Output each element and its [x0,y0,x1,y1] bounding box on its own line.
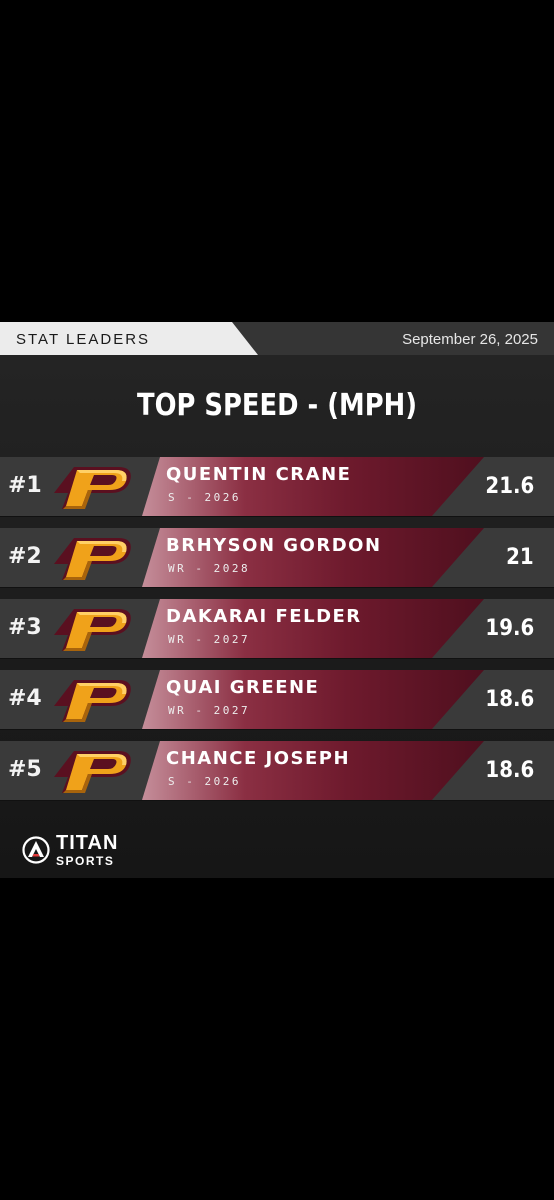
speed-value: 19.6 [485,616,534,641]
header-label-tab: STAT LEADERS [0,322,258,355]
leader-rank: #1 [8,473,42,498]
leader-row: #3 DAKARAI FELDER WR - 2027 19.6 [0,599,554,658]
team-p-logo-icon [54,609,131,651]
titan-sports-brand: TITAN SPORTS [22,832,152,872]
player-name: DAKARAI FELDER [166,606,362,627]
brand-sub: SPORTS [56,854,115,868]
header-date: September 26, 2025 [402,331,538,348]
team-p-logo-icon [54,467,131,509]
speed-value: 18.6 [485,758,534,783]
team-p-logo-icon [54,680,131,722]
player-info: S - 2026 [168,491,241,504]
player-name: CHANCE JOSEPH [166,748,351,769]
speed-value: 18.6 [485,687,534,712]
team-p-logo-icon [54,538,131,580]
speed-value: 21.6 [485,474,534,499]
leader-rank: #2 [8,544,42,569]
section-label: STAT LEADERS [16,331,151,348]
leader-row: #4 QUAI GREENE WR - 2027 18.6 [0,670,554,729]
speed-value: 21 [506,545,534,570]
leader-row: #1 QUENTIN CRANE S - 2026 21.6 [0,457,554,516]
player-info: WR - 2028 [168,562,251,575]
player-info: WR - 2027 [168,704,251,717]
player-info: WR - 2027 [168,633,251,646]
player-info: S - 2026 [168,775,241,788]
leader-rank: #3 [8,615,42,640]
team-p-logo-icon [54,751,131,793]
player-name: BRHYSON GORDON [166,535,382,556]
stat-leaders-card: STAT LEADERS September 26, 2025 TOP SPEE… [0,322,554,878]
leader-rank: #5 [8,757,42,782]
brand-name: TITAN [56,832,119,854]
leader-row: #2 BRHYSON GORDON WR - 2028 21 [0,528,554,587]
card-header: STAT LEADERS September 26, 2025 [0,322,554,355]
titan-a-logo-icon [22,836,50,864]
player-name: QUAI GREENE [166,677,320,698]
player-name: QUENTIN CRANE [166,464,352,485]
stat-title: TOP SPEED - (MPH) [136,388,418,423]
leader-rank: #4 [8,686,42,711]
leader-row: #5 CHANCE JOSEPH S - 2026 18.6 [0,741,554,800]
